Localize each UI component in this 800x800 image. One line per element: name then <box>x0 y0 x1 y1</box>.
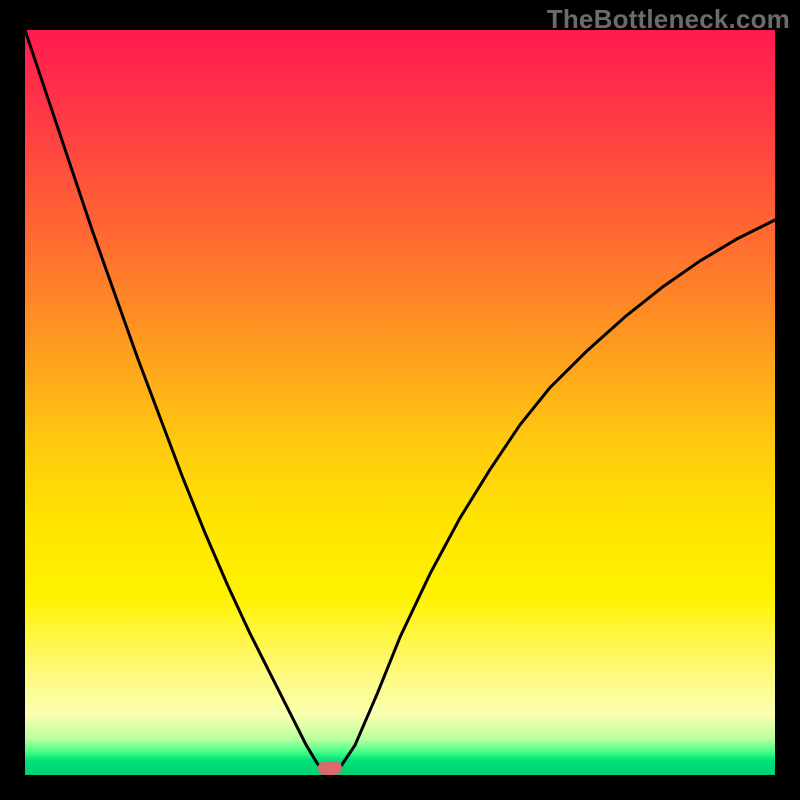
curve-svg <box>25 30 775 775</box>
minimum-marker <box>318 761 342 775</box>
chart-frame: TheBottleneck.com <box>0 0 800 800</box>
bottleneck-curve <box>25 30 775 771</box>
watermark-text: TheBottleneck.com <box>547 4 790 35</box>
plot-area <box>25 30 775 775</box>
